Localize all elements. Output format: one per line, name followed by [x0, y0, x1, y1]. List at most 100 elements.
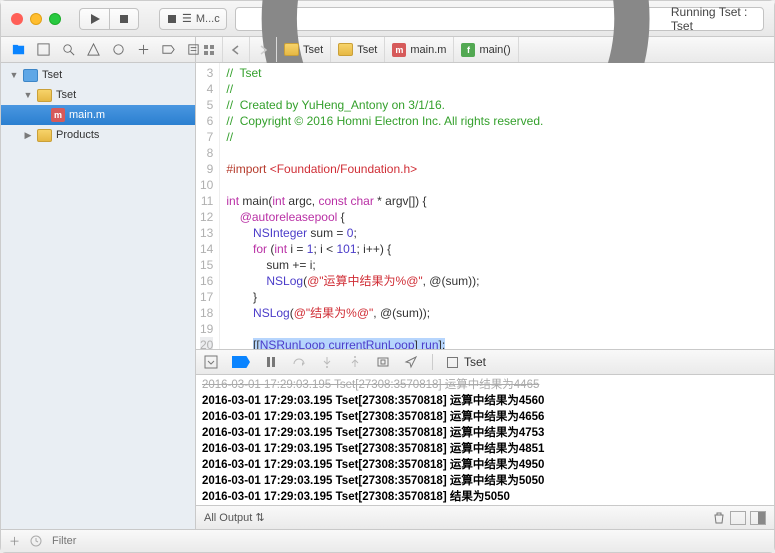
tree-item[interactable]: ▶ Products [1, 125, 195, 145]
code-line[interactable]: // [226, 81, 774, 97]
console-line: 2016-03-01 17:29:03.195 Tset[27308:35708… [202, 377, 768, 393]
line-number: 6 [200, 113, 213, 129]
disclosure-triangle[interactable]: ▼ [23, 90, 33, 100]
code-line[interactable]: [[NSRunLoop currentRunLoop] run]; [226, 337, 774, 349]
console-line: 2016-03-01 17:29:03.195 Tset[27308:35708… [202, 489, 768, 505]
code-line[interactable]: // Tset [226, 65, 774, 81]
code-line[interactable]: // Created by YuHeng_Antony on 3/1/16. [226, 97, 774, 113]
step-over-icon[interactable] [292, 355, 306, 369]
process-label[interactable]: Tset [447, 355, 486, 369]
line-number: 12 [200, 209, 213, 225]
breakpoints-toggle[interactable] [232, 356, 250, 368]
jumpbar-item[interactable]: Tset [277, 37, 331, 62]
console-footer: All Output ⇅ [196, 505, 774, 529]
back-button[interactable] [223, 37, 250, 62]
target-icon [166, 13, 178, 25]
filter-recent-icon[interactable] [30, 535, 42, 547]
stop-button[interactable] [109, 8, 139, 30]
project-navigator-icon[interactable] [11, 42, 26, 57]
line-number: 14 [200, 241, 213, 257]
step-out-icon[interactable] [348, 355, 362, 369]
code-line[interactable]: // [226, 129, 774, 145]
find-navigator-icon[interactable] [61, 42, 76, 57]
jumpbar-label: Tset [303, 44, 323, 56]
filter-input[interactable] [52, 535, 194, 547]
scheme-selector[interactable]: ☰ M...c [159, 8, 227, 30]
code-line[interactable] [226, 145, 774, 161]
hide-debug-icon[interactable] [204, 355, 218, 369]
chevron-updown-icon: ⇅ [255, 512, 264, 524]
breakpoint-navigator-icon[interactable] [161, 42, 176, 57]
step-into-icon[interactable] [320, 355, 334, 369]
code-line[interactable] [226, 177, 774, 193]
jumpbar-item[interactable]: mmain.m [385, 37, 454, 62]
tree-item[interactable]: ▼Tset [1, 85, 195, 105]
scheme-label: M...c [196, 13, 220, 25]
line-number: 7 [200, 129, 213, 145]
line-number: 8 [200, 145, 213, 161]
code-line[interactable]: NSLog(@"运算中结果为%@", @(sum)); [226, 273, 774, 289]
titlebar: ☰ M...c Running Tset : Tset [1, 1, 774, 37]
output-selector[interactable]: All Output ⇅ [204, 511, 265, 524]
issue-navigator-icon[interactable] [86, 42, 101, 57]
line-number: 15 [200, 257, 213, 273]
line-number: 3 [200, 65, 213, 81]
code-line[interactable]: sum += i; [226, 257, 774, 273]
code-line[interactable]: int main(int argc, const char * argv[]) … [226, 193, 774, 209]
code-line[interactable]: NSInteger sum = 0; [226, 225, 774, 241]
code-line[interactable]: // Copyright © 2016 Homni Electron Inc. … [226, 113, 774, 129]
console-output[interactable]: 2016-03-01 17:29:03.195 Tset[27308:35708… [196, 375, 774, 505]
close-window-button[interactable] [11, 13, 23, 25]
disclosure-triangle[interactable]: ▶ [23, 130, 33, 141]
console-line: 2016-03-01 17:29:03.195 Tset[27308:35708… [202, 409, 768, 425]
tree-item[interactable]: mmain.m [1, 105, 195, 125]
jump-bar: TsetTsetmmain.mfmain() [196, 37, 774, 62]
debug-navigator-icon[interactable] [136, 42, 151, 57]
console-pane-toggle[interactable] [750, 511, 766, 525]
view-debug-icon[interactable] [376, 355, 390, 369]
minimize-window-button[interactable] [30, 13, 42, 25]
test-navigator-icon[interactable] [111, 42, 126, 57]
activity-text: Running Tset : Tset [671, 5, 755, 33]
line-number: 9 [200, 161, 213, 177]
trash-icon[interactable] [712, 511, 726, 525]
folder-icon [338, 43, 353, 56]
line-number: 5 [200, 97, 213, 113]
folder-icon [284, 43, 299, 56]
line-number: 13 [200, 225, 213, 241]
code-content[interactable]: // Tset//// Created by YuHeng_Antony on … [220, 63, 774, 349]
forward-button[interactable] [250, 37, 277, 62]
code-line[interactable]: } [226, 289, 774, 305]
disclosure-triangle[interactable]: ▼ [9, 70, 19, 80]
code-line[interactable]: for (int i = 1; i < 101; i++) { [226, 241, 774, 257]
tree-label: Products [56, 129, 99, 141]
line-number: 16 [200, 273, 213, 289]
code-line[interactable]: @autoreleasepool { [226, 209, 774, 225]
line-number: 19 [200, 321, 213, 337]
jumpbar-label: main() [479, 44, 510, 56]
console-line: 2016-03-01 17:29:03.195 Tset[27308:35708… [202, 393, 768, 409]
toolbar-row: TsetTsetmmain.mfmain() [1, 37, 774, 63]
related-items-button[interactable] [196, 37, 223, 62]
project-navigator[interactable]: ▼Tset▼Tsetmmain.m▶Products [1, 63, 196, 529]
line-number: 17 [200, 289, 213, 305]
variables-pane-toggle[interactable] [730, 511, 746, 525]
location-icon[interactable] [404, 355, 418, 369]
function-icon: f [461, 43, 475, 57]
line-number: 4 [200, 81, 213, 97]
source-editor[interactable]: 3456789101112131415161718192021222324 //… [196, 63, 774, 349]
run-stop-segment [79, 8, 139, 30]
zoom-window-button[interactable] [49, 13, 61, 25]
pause-button[interactable] [264, 355, 278, 369]
jumpbar-item[interactable]: Tset [331, 37, 385, 62]
add-button[interactable]: ＋ [9, 533, 20, 549]
code-line[interactable] [226, 321, 774, 337]
symbol-navigator-icon[interactable] [36, 42, 51, 57]
run-button[interactable] [79, 8, 109, 30]
code-line[interactable]: #import <Foundation/Foundation.h> [226, 161, 774, 177]
tree-item[interactable]: ▼Tset [1, 65, 195, 85]
code-line[interactable]: NSLog(@"结果为%@", @(sum)); [226, 305, 774, 321]
jumpbar-item[interactable]: f main() [454, 37, 518, 62]
line-number: 10 [200, 177, 213, 193]
m-file-icon: m [392, 43, 406, 57]
